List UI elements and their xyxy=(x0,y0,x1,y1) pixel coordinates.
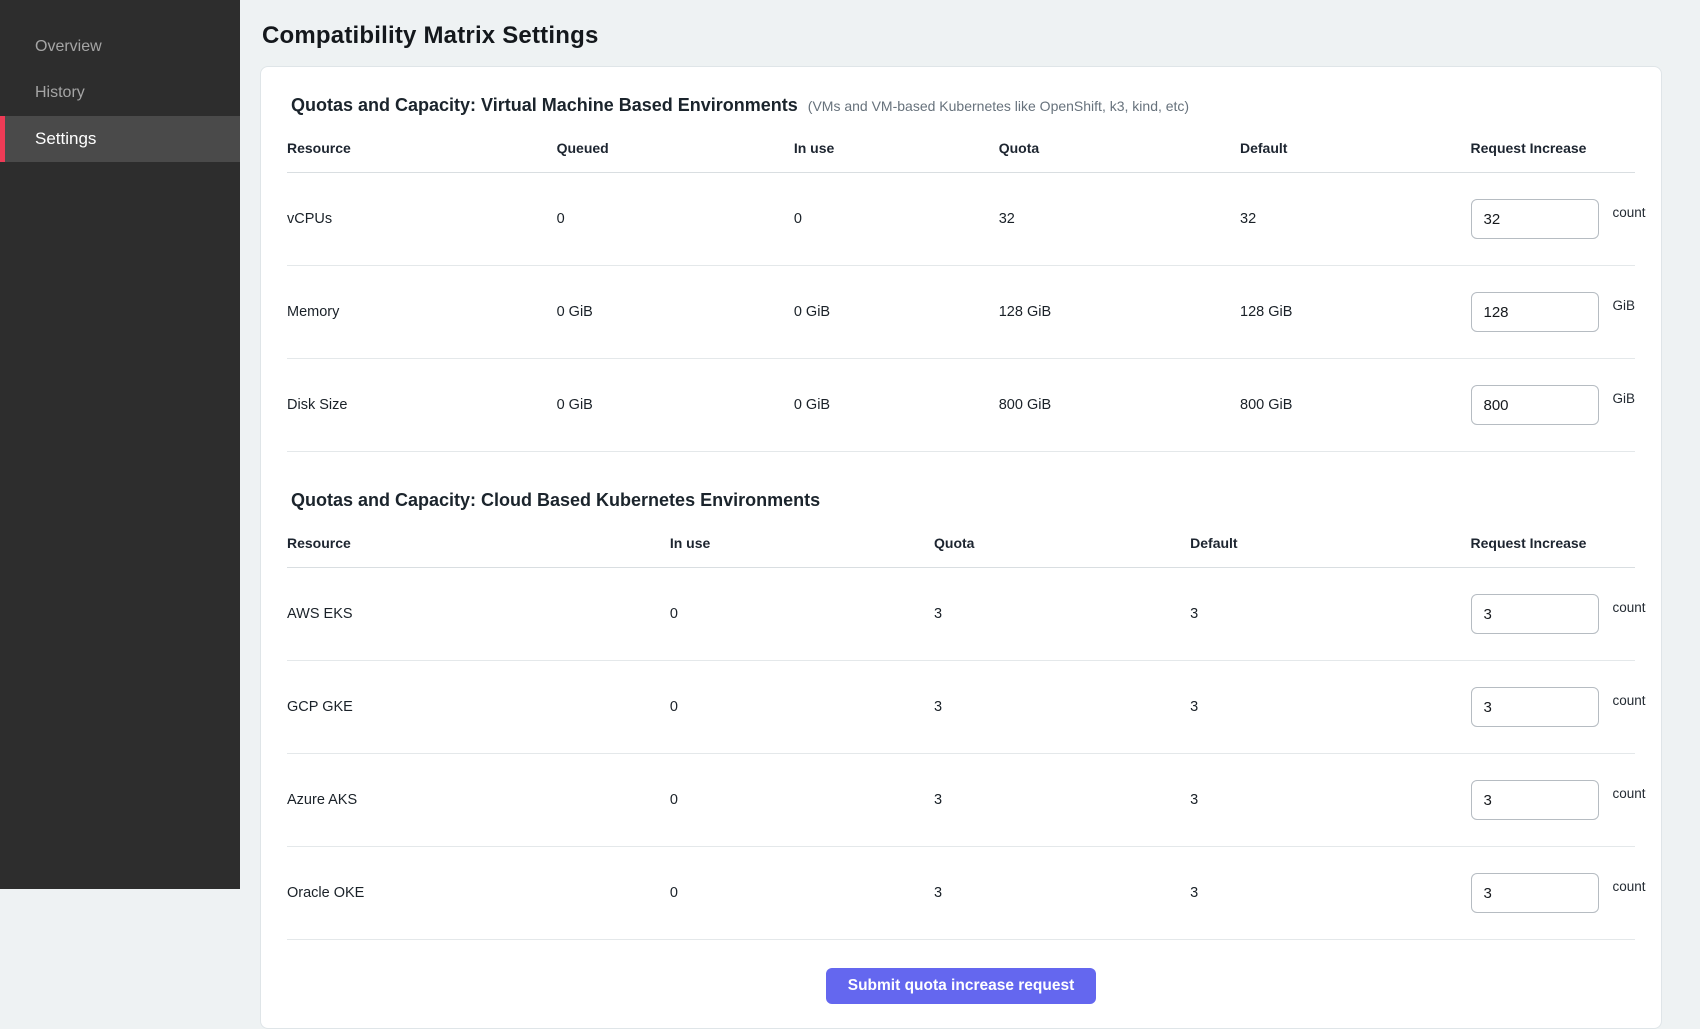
unit-label: count xyxy=(1613,786,1646,801)
cell-request-increase: count xyxy=(1471,568,1635,661)
vm-col-resource: Resource xyxy=(287,134,557,173)
unit-label: GiB xyxy=(1613,391,1636,406)
cell-in-use: 0 xyxy=(670,661,934,754)
cell-request-increase: GiB xyxy=(1471,359,1636,452)
unit-label: count xyxy=(1613,600,1646,615)
vm-table-header-row: Resource Queued In use Quota Default Req… xyxy=(287,134,1635,173)
k8s-col-resource: Resource xyxy=(287,529,670,568)
vm-section-subtitle: (VMs and VM-based Kubernetes like OpenSh… xyxy=(808,98,1189,114)
k8s-section-title: Quotas and Capacity: Cloud Based Kuberne… xyxy=(291,490,820,511)
cell-resource: Oracle OKE xyxy=(287,847,670,940)
cell-default: 32 xyxy=(1240,173,1471,266)
vm-col-quota: Quota xyxy=(999,134,1240,173)
cell-default: 3 xyxy=(1190,661,1470,754)
vm-col-queued: Queued xyxy=(557,134,794,173)
cell-resource: AWS EKS xyxy=(287,568,670,661)
cell-request-increase: GiB xyxy=(1471,266,1636,359)
table-row: Memory 0 GiB 0 GiB 128 GiB 128 GiB GiB xyxy=(287,266,1635,359)
cell-request-increase: count xyxy=(1471,754,1635,847)
cell-quota: 3 xyxy=(934,754,1190,847)
request-increase-control: count xyxy=(1471,199,1636,239)
memory-request-input[interactable] xyxy=(1471,292,1599,332)
table-row: GCP GKE 0 3 3 count xyxy=(287,661,1635,754)
request-increase-control: count xyxy=(1471,687,1635,727)
cell-quota: 800 GiB xyxy=(999,359,1240,452)
cell-quota: 3 xyxy=(934,847,1190,940)
table-row: Azure AKS 0 3 3 count xyxy=(287,754,1635,847)
gcp-gke-request-input[interactable] xyxy=(1471,687,1599,727)
sidebar: Overview History Settings xyxy=(0,0,240,889)
cell-resource: Azure AKS xyxy=(287,754,670,847)
request-increase-control: count xyxy=(1471,873,1635,913)
sidebar-item-overview[interactable]: Overview xyxy=(0,24,240,70)
sidebar-item-label: History xyxy=(35,84,85,102)
cell-quota: 3 xyxy=(934,661,1190,754)
request-increase-control: GiB xyxy=(1471,292,1636,332)
main-content: Compatibility Matrix Settings Quotas and… xyxy=(240,0,1700,889)
cell-in-use: 0 xyxy=(670,568,934,661)
cell-queued: 0 GiB xyxy=(557,266,794,359)
submit-quota-increase-button[interactable]: Submit quota increase request xyxy=(826,968,1097,1004)
request-increase-control: count xyxy=(1471,594,1635,634)
cell-in-use: 0 GiB xyxy=(794,266,999,359)
aws-eks-request-input[interactable] xyxy=(1471,594,1599,634)
table-row: Disk Size 0 GiB 0 GiB 800 GiB 800 GiB Gi… xyxy=(287,359,1635,452)
settings-card: Quotas and Capacity: Virtual Machine Bas… xyxy=(260,66,1662,1029)
vcpus-request-input[interactable] xyxy=(1471,199,1599,239)
unit-label: count xyxy=(1613,205,1646,220)
cell-default: 800 GiB xyxy=(1240,359,1471,452)
k8s-table-header-row: Resource In use Quota Default Request In… xyxy=(287,529,1635,568)
k8s-col-in-use: In use xyxy=(670,529,934,568)
cell-request-increase: count xyxy=(1471,847,1635,940)
table-row: AWS EKS 0 3 3 count xyxy=(287,568,1635,661)
k8s-section-header: Quotas and Capacity: Cloud Based Kuberne… xyxy=(291,490,1635,511)
request-increase-control: GiB xyxy=(1471,385,1636,425)
cell-queued: 0 GiB xyxy=(557,359,794,452)
vm-col-default: Default xyxy=(1240,134,1471,173)
cell-resource: vCPUs xyxy=(287,173,557,266)
cell-in-use: 0 xyxy=(670,847,934,940)
k8s-col-quota: Quota xyxy=(934,529,1190,568)
cell-request-increase: count xyxy=(1471,173,1636,266)
cell-default: 128 GiB xyxy=(1240,266,1471,359)
cell-queued: 0 xyxy=(557,173,794,266)
unit-label: count xyxy=(1613,879,1646,894)
unit-label: count xyxy=(1613,693,1646,708)
vm-col-request-increase: Request Increase xyxy=(1471,134,1636,173)
cell-quota: 32 xyxy=(999,173,1240,266)
vm-section-title: Quotas and Capacity: Virtual Machine Bas… xyxy=(291,95,798,116)
vm-quota-table: Resource Queued In use Quota Default Req… xyxy=(287,134,1635,452)
vm-col-in-use: In use xyxy=(794,134,999,173)
k8s-quota-table: Resource In use Quota Default Request In… xyxy=(287,529,1635,940)
vm-section-header: Quotas and Capacity: Virtual Machine Bas… xyxy=(291,95,1635,116)
sidebar-item-label: Settings xyxy=(35,129,96,149)
cell-resource: GCP GKE xyxy=(287,661,670,754)
cell-in-use: 0 GiB xyxy=(794,359,999,452)
sidebar-item-label: Overview xyxy=(35,38,102,56)
app-root: Overview History Settings Compatibility … xyxy=(0,0,1700,889)
submit-row: Submit quota increase request xyxy=(287,940,1635,1004)
cell-default: 3 xyxy=(1190,847,1470,940)
azure-aks-request-input[interactable] xyxy=(1471,780,1599,820)
sidebar-item-history[interactable]: History xyxy=(0,70,240,116)
cell-default: 3 xyxy=(1190,568,1470,661)
cell-in-use: 0 xyxy=(670,754,934,847)
cell-resource: Memory xyxy=(287,266,557,359)
disk-size-request-input[interactable] xyxy=(1471,385,1599,425)
unit-label: GiB xyxy=(1613,298,1636,313)
cell-request-increase: count xyxy=(1471,661,1635,754)
table-row: vCPUs 0 0 32 32 count xyxy=(287,173,1635,266)
cell-quota: 128 GiB xyxy=(999,266,1240,359)
oracle-oke-request-input[interactable] xyxy=(1471,873,1599,913)
k8s-col-default: Default xyxy=(1190,529,1470,568)
table-row: Oracle OKE 0 3 3 count xyxy=(287,847,1635,940)
cell-in-use: 0 xyxy=(794,173,999,266)
page-title: Compatibility Matrix Settings xyxy=(262,22,1662,50)
sidebar-item-settings[interactable]: Settings xyxy=(0,116,240,162)
cell-default: 3 xyxy=(1190,754,1470,847)
k8s-col-request-increase: Request Increase xyxy=(1471,529,1635,568)
request-increase-control: count xyxy=(1471,780,1635,820)
cell-quota: 3 xyxy=(934,568,1190,661)
cell-resource: Disk Size xyxy=(287,359,557,452)
